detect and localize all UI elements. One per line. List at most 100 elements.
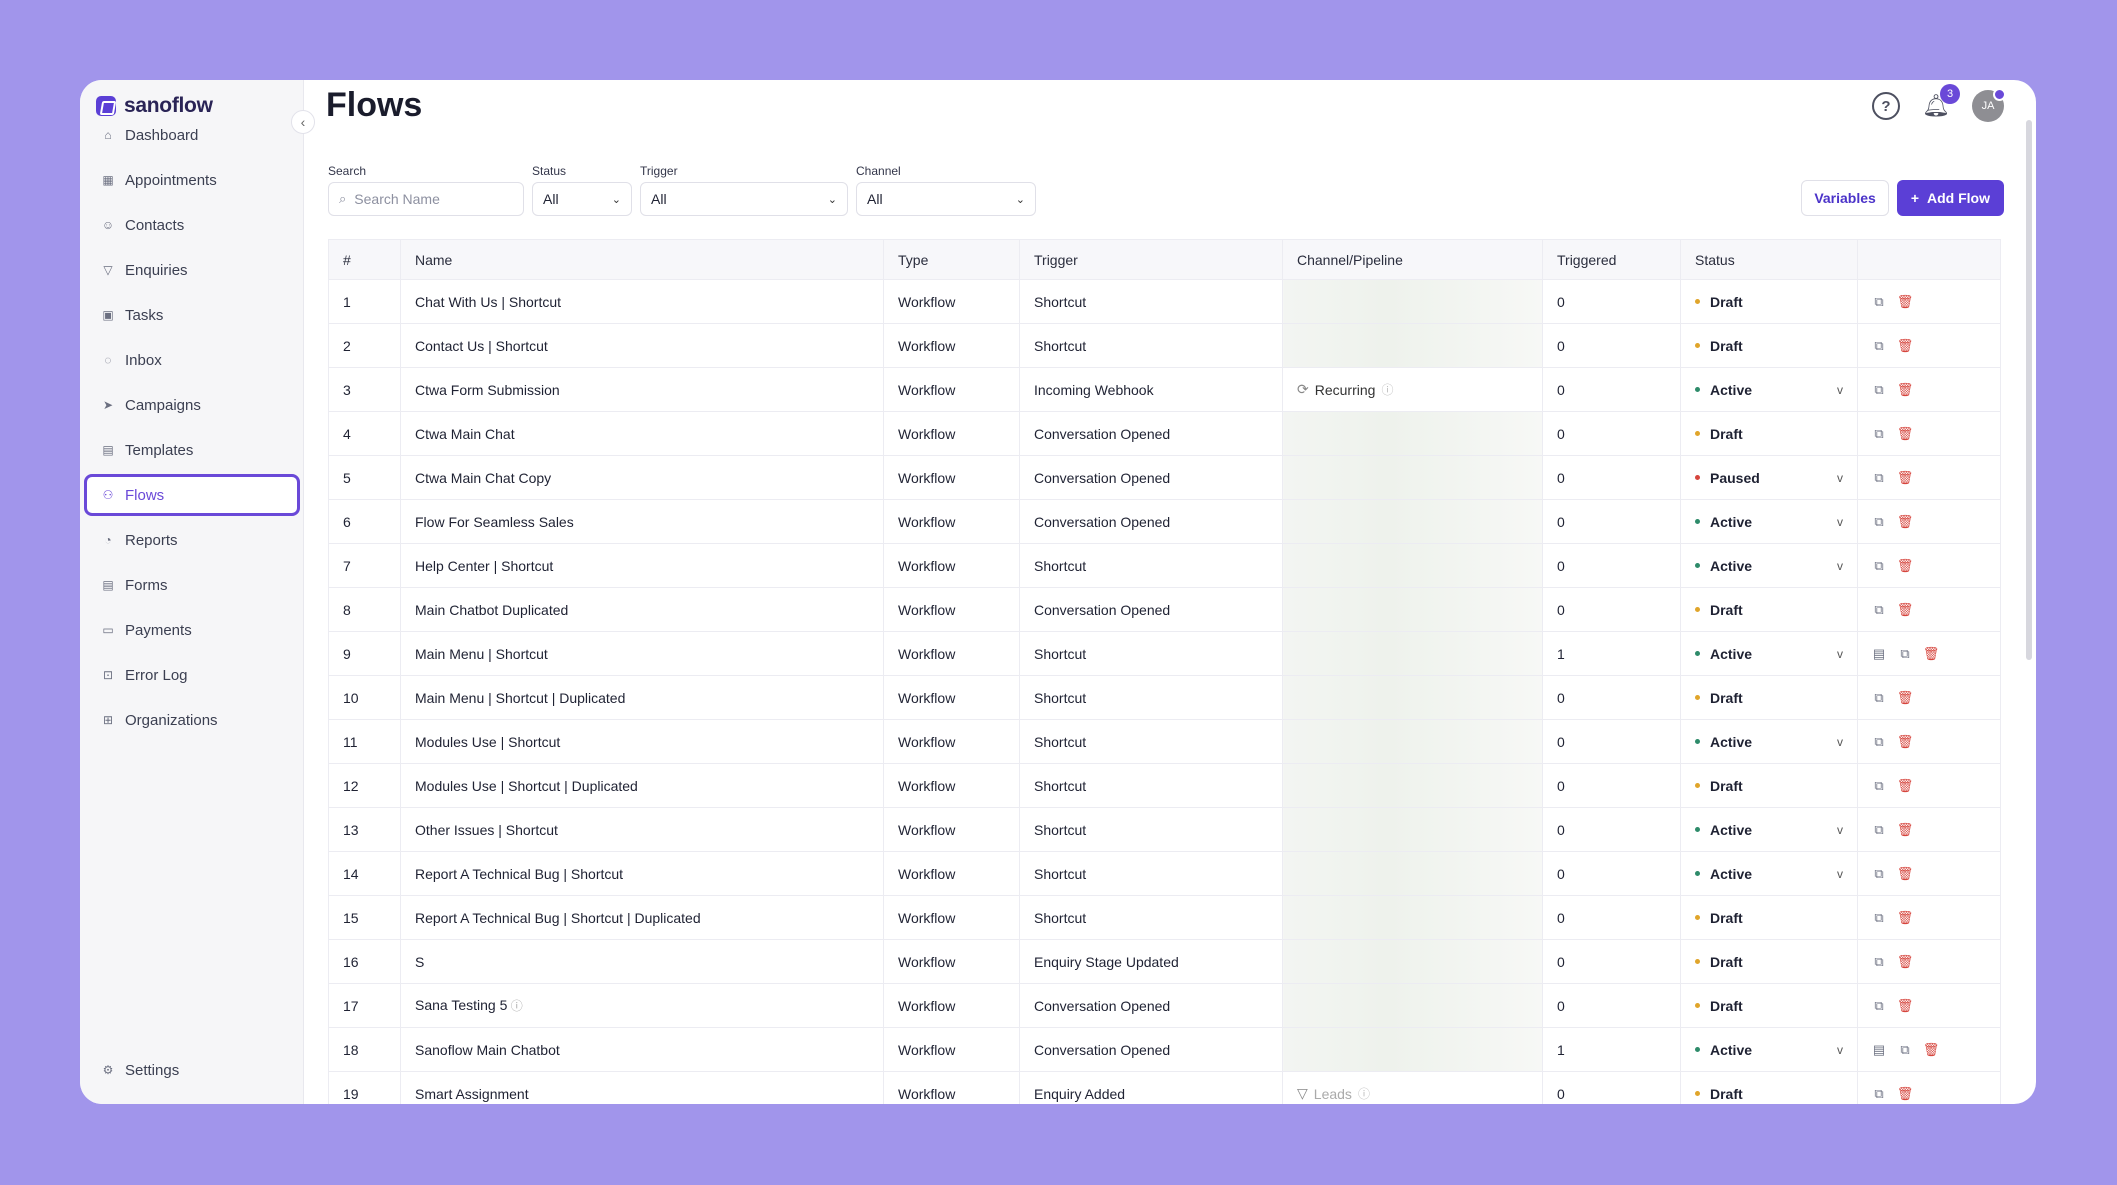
trash-icon[interactable]: 🗑︎	[1897, 822, 1914, 837]
copy-icon[interactable]: ⧉	[1872, 866, 1886, 881]
table-row[interactable]: 4 Ctwa Main Chat Workflow Conversation Open…	[328, 411, 2001, 456]
copy-icon[interactable]: ⧉	[1872, 514, 1886, 529]
chevron-down-icon[interactable]: v	[1837, 647, 1843, 661]
copy-icon[interactable]: ⧉	[1872, 822, 1886, 837]
trash-icon[interactable]: 🗑︎	[1897, 602, 1914, 617]
scrollbar[interactable]	[2026, 120, 2032, 660]
flow-name-cell[interactable]: S	[400, 939, 884, 984]
table-row[interactable]: 10 Main Menu | Shortcut | Duplicated Workf…	[328, 675, 2001, 720]
copy-icon[interactable]: ⧉	[1872, 602, 1886, 617]
document-icon[interactable]: ▤	[1872, 646, 1886, 661]
chevron-down-icon[interactable]: v	[1837, 515, 1843, 529]
table-row[interactable]: 13 Other Issues | Shortcut Workflow Shortcu…	[328, 807, 2001, 852]
copy-icon[interactable]: ⧉	[1872, 382, 1886, 397]
sidebar-item-contacts[interactable]: ☺ Contacts	[84, 204, 300, 246]
status-cell[interactable]: Active v	[1680, 807, 1858, 852]
chevron-down-icon[interactable]: v	[1837, 1043, 1843, 1057]
table-row[interactable]: 16 S Workflow Enquiry Stage Updated 0 Draft ⧉ 🗑…	[328, 939, 2001, 984]
variables-button[interactable]: Variables	[1801, 180, 1889, 216]
copy-icon[interactable]: ⧉	[1872, 1086, 1886, 1101]
table-row[interactable]: 7 Help Center | Shortcut Workflow Shortcut 0…	[328, 543, 2001, 588]
sidebar-item-flows[interactable]: ⚇ Flows	[84, 474, 300, 516]
trash-icon[interactable]: 🗑︎	[1897, 338, 1914, 353]
status-select[interactable]: All ⌄	[532, 182, 632, 216]
sidebar-item-inbox[interactable]: ◌ Inbox	[84, 339, 300, 381]
trash-icon[interactable]: 🗑︎	[1897, 382, 1914, 397]
flow-name-cell[interactable]: Chat With Us | Shortcut	[400, 279, 884, 324]
status-cell[interactable]: Active v	[1680, 1027, 1858, 1072]
table-row[interactable]: 9 Main Menu | Shortcut Workflow Shortcut 1 Ac…	[328, 631, 2001, 676]
trash-icon[interactable]: 🗑︎	[1897, 514, 1914, 529]
chevron-down-icon[interactable]: v	[1837, 471, 1843, 485]
table-row[interactable]: 6 Flow For Seamless Sales Workflow Conversa…	[328, 499, 2001, 544]
flow-name-cell[interactable]: Modules Use | Shortcut	[400, 719, 884, 764]
trash-icon[interactable]: 🗑︎	[1923, 646, 1940, 661]
table-row[interactable]: 19 Smart Assignment Workflow Enquiry Added ▽…	[328, 1071, 2001, 1104]
status-cell[interactable]: Active v	[1680, 367, 1858, 412]
table-row[interactable]: 3 Ctwa Form Submission Workflow Incoming We…	[328, 367, 2001, 412]
table-row[interactable]: 8 Main Chatbot Duplicated Workflow Conversa…	[328, 587, 2001, 632]
channel-select[interactable]: All ⌄	[856, 182, 1036, 216]
flow-name-cell[interactable]: Sana Testing 5 ⓘ	[400, 983, 884, 1028]
trash-icon[interactable]: 🗑︎	[1897, 954, 1914, 969]
flow-name-cell[interactable]: Main Chatbot Duplicated	[400, 587, 884, 632]
copy-icon[interactable]: ⧉	[1872, 954, 1886, 969]
trash-icon[interactable]: 🗑︎	[1897, 690, 1914, 705]
flow-name-cell[interactable]: Report A Technical Bug | Shortcut | Dupl…	[400, 895, 884, 940]
copy-icon[interactable]: ⧉	[1872, 910, 1886, 925]
table-row[interactable]: 5 Ctwa Main Chat Copy Workflow Conversation…	[328, 455, 2001, 500]
flow-name-cell[interactable]: Help Center | Shortcut	[400, 543, 884, 588]
copy-icon[interactable]: ⧉	[1872, 338, 1886, 353]
trash-icon[interactable]: 🗑︎	[1897, 558, 1914, 573]
trash-icon[interactable]: 🗑︎	[1897, 470, 1914, 485]
status-cell[interactable]: Active v	[1680, 499, 1858, 544]
flow-name-cell[interactable]: Sanoflow Main Chatbot	[400, 1027, 884, 1072]
chevron-down-icon[interactable]: v	[1837, 735, 1843, 749]
avatar[interactable]: JA	[1972, 88, 2006, 122]
info-icon[interactable]: ⓘ	[1381, 381, 1393, 398]
table-row[interactable]: 17 Sana Testing 5 ⓘ Workflow Conversation O…	[328, 983, 2001, 1028]
trash-icon[interactable]: 🗑︎	[1897, 734, 1914, 749]
trash-icon[interactable]: 🗑︎	[1897, 910, 1914, 925]
trash-icon[interactable]: 🗑︎	[1897, 294, 1914, 309]
trash-icon[interactable]: 🗑︎	[1897, 778, 1914, 793]
flow-name-cell[interactable]: Ctwa Main Chat Copy	[400, 455, 884, 500]
sidebar-item-error-log[interactable]: ⊡ Error Log	[84, 654, 300, 696]
add-flow-button[interactable]: + Add Flow	[1896, 180, 2004, 216]
info-icon[interactable]: ⓘ	[507, 999, 523, 1013]
chevron-down-icon[interactable]: v	[1837, 383, 1843, 397]
copy-icon[interactable]: ⧉	[1898, 646, 1912, 661]
sidebar-item-organizations[interactable]: ⊞ Organizations	[84, 699, 300, 741]
copy-icon[interactable]: ⧉	[1872, 690, 1886, 705]
copy-icon[interactable]: ⧉	[1872, 558, 1886, 573]
search-input[interactable]: ⌕ Search Name	[328, 182, 524, 216]
trash-icon[interactable]: 🗑︎	[1897, 866, 1914, 881]
sidebar-item-tasks[interactable]: ▣ Tasks	[84, 294, 300, 336]
trigger-select[interactable]: All ⌄	[640, 182, 848, 216]
status-cell[interactable]: Active v	[1680, 719, 1858, 764]
chevron-down-icon[interactable]: v	[1837, 823, 1843, 837]
table-row[interactable]: 15 Report A Technical Bug | Shortcut | Du…	[328, 895, 2001, 940]
flow-name-cell[interactable]: Contact Us | Shortcut	[400, 323, 884, 368]
trash-icon[interactable]: 🗑︎	[1897, 1086, 1914, 1101]
sidebar-item-forms[interactable]: ▤ Forms	[84, 564, 300, 606]
sidebar-item-payments[interactable]: ▭ Payments	[84, 609, 300, 651]
table-row[interactable]: 2 Contact Us | Shortcut Workflow Shortcut 0 D…	[328, 323, 2001, 368]
sidebar-item-templates[interactable]: ▤ Templates	[84, 429, 300, 471]
flow-name-cell[interactable]: Other Issues | Shortcut	[400, 807, 884, 852]
table-row[interactable]: 11 Modules Use | Shortcut Workflow Shortcut…	[328, 719, 2001, 764]
table-row[interactable]: 12 Modules Use | Shortcut | Duplicated Wor…	[328, 763, 2001, 808]
copy-icon[interactable]: ⧉	[1872, 778, 1886, 793]
flow-name-cell[interactable]: Smart Assignment	[400, 1071, 884, 1104]
sidebar-item-settings[interactable]: ⚙ Settings	[84, 1049, 300, 1091]
copy-icon[interactable]: ⧉	[1872, 294, 1886, 309]
table-row[interactable]: 14 Report A Technical Bug | Shortcut Workf…	[328, 851, 2001, 896]
trash-icon[interactable]: 🗑︎	[1897, 426, 1914, 441]
flow-name-cell[interactable]: Modules Use | Shortcut | Duplicated	[400, 763, 884, 808]
notifications-button[interactable]: 🔔︎ 3	[1922, 84, 1960, 120]
chevron-down-icon[interactable]: v	[1837, 559, 1843, 573]
sidebar-item-appointments[interactable]: ▦ Appointments	[84, 159, 300, 201]
copy-icon[interactable]: ⧉	[1872, 426, 1886, 441]
trash-icon[interactable]: 🗑︎	[1897, 998, 1914, 1013]
table-row[interactable]: 1 Chat With Us | Shortcut Workflow Shortcut…	[328, 279, 2001, 324]
